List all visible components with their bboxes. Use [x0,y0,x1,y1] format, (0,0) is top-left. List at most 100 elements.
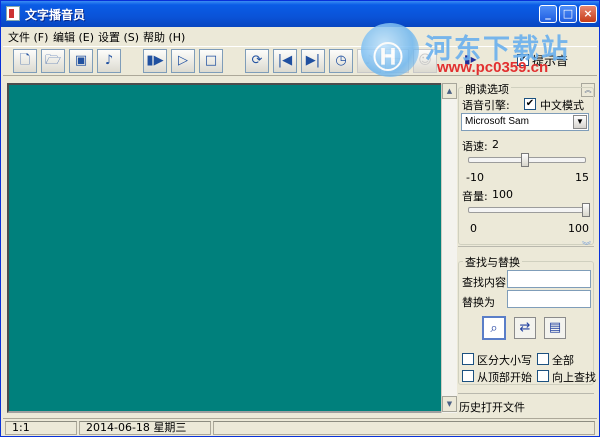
menu-file[interactable]: 文件 (F) [8,29,48,45]
weekday-text: 星期三 [153,421,187,434]
disabled-tool-button-1[interactable]: ♪ [357,49,381,73]
volume-slider-thumb[interactable] [582,203,590,217]
history-files-label[interactable]: 历史打开文件 [459,399,525,415]
repeat-icon: ⟳ [251,53,263,68]
volume-slider-track[interactable] [468,207,586,213]
title-bar[interactable]: 文字播音员 _ □ × [1,1,599,27]
new-file-icon: 🗋 [19,53,31,68]
minimize-icon: _ [545,7,551,20]
chevron-down-collapse-icon[interactable]: ︾ [582,239,591,252]
volume-min-label: 0 [470,222,477,235]
find-button[interactable]: ⌕ [482,316,506,340]
save-button[interactable]: ▣ [69,49,93,73]
editor-vertical-scrollbar[interactable]: ▲ ▼ [441,83,457,413]
menu-settings[interactable]: 设置 (S) [98,29,139,45]
voice-engine-select[interactable]: Microsoft Sam ▼ [461,113,589,131]
repeat-button[interactable]: ⟳ [245,49,269,73]
check-mark-icon: ✔ [525,98,535,109]
history-divider [458,393,594,394]
date-text: 2014-06-18 [86,421,150,434]
skip-forward-icon: ▶| [305,53,321,68]
extra-tool-indicator[interactable]: ▮▸ [464,52,477,66]
arrow-up-icon: ▲ [446,87,453,95]
reading-options-title: 朗读选项 [463,81,511,97]
window-title: 文字播音员 [25,8,86,22]
read-selection-button[interactable]: ▮▶ [143,49,167,73]
maximize-icon: □ [562,7,574,20]
speed-slider-thumb[interactable] [520,153,529,167]
music-note-icon: ♪ [104,53,114,68]
skip-back-icon: |◀ [277,53,293,68]
all-checkbox[interactable] [537,353,549,365]
document-disabled-icon: ▭ [390,53,404,68]
find-label: 查找内容 [462,276,506,289]
save-icon: ▣ [74,53,88,68]
new-file-button[interactable]: 🗋 [13,49,37,73]
from-top-checkbox[interactable] [462,370,474,382]
play-icon: ▷ [178,53,188,68]
replace-input[interactable] [507,290,591,308]
stop-button[interactable]: □ [199,49,223,73]
volume-value: 100 [492,188,513,201]
scroll-down-button[interactable]: ▼ [442,396,457,412]
speed-max-label: 15 [575,171,589,184]
music-button[interactable]: ♪ [97,49,121,73]
all-label: 全部 [552,354,574,367]
music-disabled-icon: ♪ [364,53,374,68]
folder-open-icon: 🗁 [44,53,62,68]
magnifier-icon: ⌕ [490,321,498,336]
cursor-position: 1:1 [5,421,77,435]
options-panel: ︽ 朗读选项 语音引擎: ✔ 中文模式 Microsoft Sam ▼ 语速: … [458,81,597,415]
volume-max-label: 100 [568,222,589,235]
chinese-mode-label: 中文模式 [540,99,584,112]
case-sensitive-label: 区分大小写 [477,354,532,367]
close-button[interactable]: × [579,5,597,23]
timer-button[interactable]: ◷ [329,49,353,73]
text-editor[interactable] [7,83,455,413]
arrow-down-icon: ▼ [446,400,453,408]
minimize-button[interactable]: _ [539,5,557,23]
chinese-mode-checkbox[interactable]: ✔ [524,98,536,110]
tip-sound-label: 提示音 [532,54,569,68]
chevron-down-icon[interactable]: ▼ [573,115,587,129]
menu-bar: 文件 (F) 编辑 (E) 设置 (S) 帮助 (H) [1,27,599,45]
speed-min-label: -10 [466,171,484,184]
close-icon: × [583,7,593,20]
open-file-button[interactable]: 🗁 [41,49,65,73]
replace-label: 替换为 [462,296,495,309]
replace-icon: ⇄ [519,320,531,335]
clock-icon: ◷ [335,53,347,68]
maximize-button[interactable]: □ [559,5,577,23]
toolbar: 🗋 🗁 ▣ ♪ ▮▶ ▷ □ ⟳ |◀ ▶| ◷ ♪ ▭ ☺ [3,46,597,76]
volume-label: 音量: [462,190,488,203]
previous-button[interactable]: |◀ [273,49,297,73]
replace-button[interactable]: ⇄ [514,317,536,339]
find-input[interactable] [507,270,591,288]
status-message [213,421,595,435]
next-button[interactable]: ▶| [301,49,325,73]
tip-sound-checkbox[interactable]: ✔ [517,54,529,66]
app-window: 文字播音员 _ □ × 文件 (F) 编辑 (E) 设置 (S) 帮助 (H) … [0,0,600,437]
menu-help[interactable]: 帮助 (H) [143,29,185,45]
app-icon[interactable] [6,6,20,21]
search-up-checkbox[interactable] [537,370,549,382]
speed-value: 2 [492,138,499,151]
play-from-cursor-icon: ▮▶ [146,53,164,68]
stop-icon: □ [204,53,218,68]
panel-divider [458,246,594,247]
menu-edit[interactable]: 编辑 (E) [53,29,94,45]
replace-all-button[interactable]: ▤ [544,317,566,339]
scroll-up-button[interactable]: ▲ [442,83,457,99]
user-button[interactable]: ☺ [413,49,437,73]
play-button[interactable]: ▷ [171,49,195,73]
disabled-tool-button-2[interactable]: ▭ [385,49,409,73]
search-up-label: 向上查找 [552,371,596,384]
voice-engine-value: Microsoft Sam [465,116,529,127]
from-top-label: 从顶部开始 [477,371,532,384]
current-date: 2014-06-18 星期三 [79,421,211,435]
user-icon: ☺ [418,53,432,68]
replace-all-icon: ▤ [548,320,562,335]
engine-label: 语音引擎: [462,99,510,112]
case-sensitive-checkbox[interactable] [462,353,474,365]
status-bar: 1:1 2014-06-18 星期三 [3,418,597,436]
